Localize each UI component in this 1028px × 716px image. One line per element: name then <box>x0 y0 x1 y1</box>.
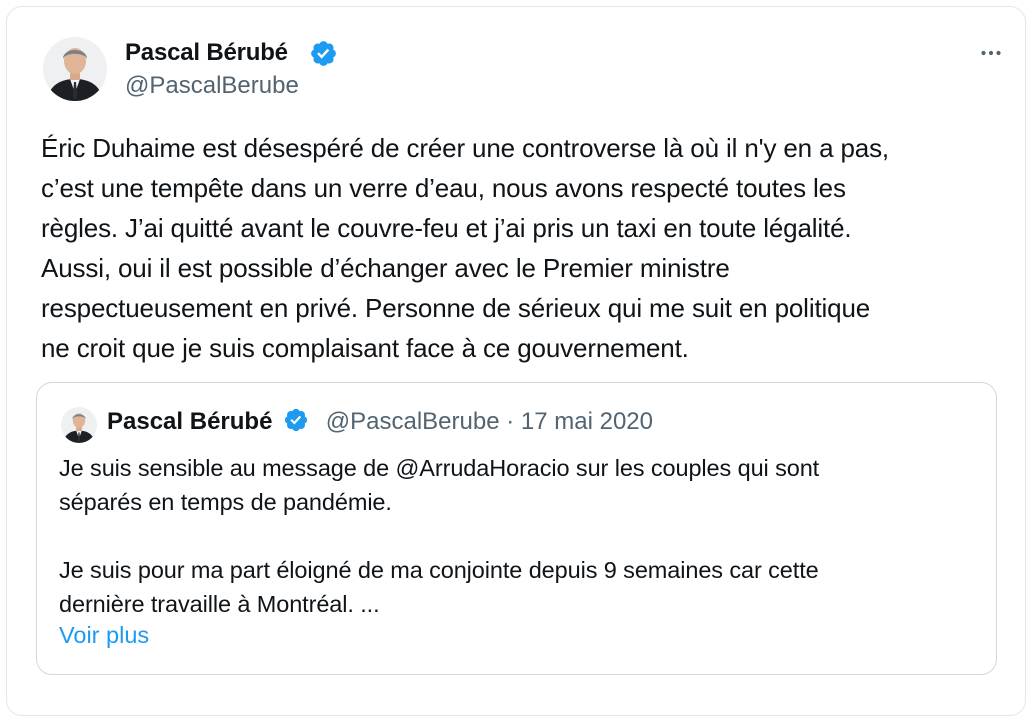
tweet-text-line: règles. J’ai quitté avant le couvre-feu … <box>41 213 852 243</box>
quoted-date: 17 mai 2020 <box>520 408 653 435</box>
quoted-author-avatar <box>61 407 97 443</box>
quoted-text: Je suis sensible au message de @ArrudaHo… <box>59 451 969 621</box>
author-name[interactable]: Pascal Bérubé <box>125 37 288 69</box>
tweet-text-line: Éric Duhaime est désespéré de créer une … <box>41 133 889 163</box>
quoted-text-line: séparés en temps de pandémie. <box>59 489 392 515</box>
author-handle[interactable]: @PascalBerube <box>125 70 299 102</box>
tweet-text-line: c’est une tempête dans un verre d’eau, n… <box>41 173 846 203</box>
tweet-text: Éric Duhaime est désespéré de créer une … <box>41 128 1001 368</box>
quoted-author-name: Pascal Bérubé <box>107 408 273 435</box>
quoted-header: Pascal Bérubé @PascalBerube · 17 mai 202… <box>107 406 653 438</box>
quoted-tweet[interactable]: Pascal Bérubé @PascalBerube · 17 mai 202… <box>36 382 997 675</box>
quoted-text-line: dernière travaille à Montréal. ... <box>59 591 380 617</box>
quoted-verified-badge-icon <box>284 408 308 432</box>
quoted-text-line: Je suis sensible au message de @ArrudaHo… <box>59 455 820 481</box>
quoted-separator: · <box>499 408 521 435</box>
author-avatar[interactable] <box>43 37 107 101</box>
tweet-text-line: respectueusement en privé. Personne de s… <box>41 293 871 323</box>
tweet-text-line: Aussi, oui il est possible d’échanger av… <box>41 253 730 283</box>
more-options-icon[interactable] <box>975 37 1007 69</box>
verified-badge-icon <box>311 41 336 66</box>
author-avatar-image <box>43 37 107 101</box>
tweet-text-line: ne croit que je suis complaisant face à … <box>41 333 689 363</box>
quoted-author-handle: @PascalBerube <box>325 408 500 435</box>
show-more-link[interactable]: Voir plus <box>59 618 149 652</box>
quoted-author-avatar-image <box>61 407 97 443</box>
quoted-text-line: Je suis pour ma part éloigné de ma conjo… <box>59 557 819 583</box>
